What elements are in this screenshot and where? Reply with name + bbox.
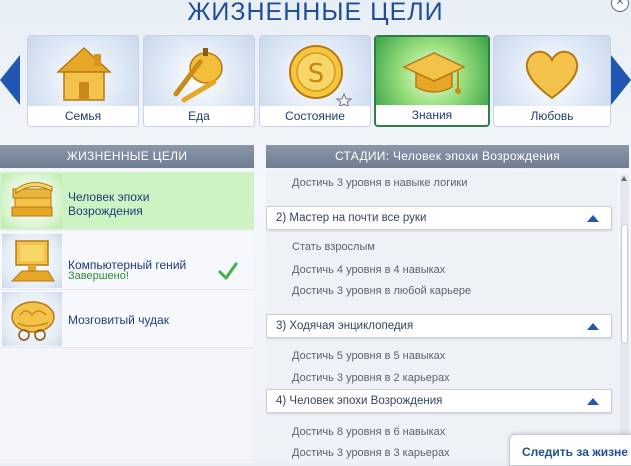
tab-wealth[interactable]: S Состояние [259,35,371,127]
follow-goal-button[interactable]: Следить за жизне [509,434,631,466]
coin-icon: S [289,45,353,109]
stage-title: 2) Мастер на почти все руки [276,212,427,224]
status-text: Завершено! [68,270,129,282]
list-item: Достичь 3 уровня в 2 карьерах [292,372,450,384]
stage-header[interactable]: 3) Ходячая энциклопедия [266,314,612,338]
computer-icon [10,240,55,282]
food-icon [173,48,223,103]
graduation-cap-icon [402,52,466,94]
scrollbar[interactable] [620,174,629,463]
goal-name: Человек эпохи Возрождения [68,190,150,218]
list-item: Достичь 8 уровня в 6 навыках [292,426,446,438]
arrow-left-icon[interactable] [0,55,20,105]
books-icon [11,182,53,217]
tab-label: Еда [144,106,254,126]
tab-knowledge[interactable]: Знания [374,35,490,127]
arrow-right-icon[interactable] [611,55,631,105]
goals-panel-header: ЖИЗНЕННЫЕ ЦЕЛИ [0,145,254,168]
list-item: Достичь 5 уровня в 5 навыках [292,350,446,362]
tab-food[interactable]: Еда [143,35,255,127]
svg-text:S: S [308,59,325,89]
house-icon [56,46,112,101]
collapse-icon [587,398,599,405]
page-title: ЖИЗНЕННЫЕ ЦЕЛИ [187,0,444,26]
collapse-icon [587,215,599,222]
tab-family[interactable]: Семья [27,35,139,127]
list-item: Достичь 4 уровня в 4 навыках [292,264,446,276]
list-item: Стать взрослым [292,241,375,253]
collapse-icon [587,323,599,330]
stages-panel-header: СТАДИИ: Человек эпохи Возрождения [266,145,629,168]
checkmark-icon [218,262,238,280]
list-item: Достичь 3 уровня в 3 карьерах [292,447,450,459]
scroll-up-icon[interactable] [621,176,627,181]
list-item: Достичь 3 уровня в навыке логики [292,177,468,189]
tab-love[interactable]: Любовь [493,35,611,127]
list-item[interactable]: Мозговитый чудак [0,290,254,348]
goals-list: Человек эпохи Возрождения Компьютерный г… [0,172,254,463]
tab-label: Любовь [494,106,610,126]
stage-header[interactable]: 4) Человек эпохи Возрождения [266,389,612,413]
heart-icon [525,50,579,100]
list-item[interactable]: Компьютерный гений Завершено! [0,232,254,290]
scrollbar-thumb[interactable] [621,224,628,344]
tab-label: Знания [376,105,488,125]
stage-title: 3) Ходячая энциклопедия [276,320,414,332]
stage-header[interactable]: 2) Мастер на почти все руки [266,206,612,230]
goal-name: Мозговитый чудак [68,313,169,327]
list-item: Достичь 3 уровня в любой карьере [292,285,472,297]
tab-label: Семья [28,106,138,126]
stage-title: 4) Человек эпохи Возрождения [276,395,443,407]
tab-label: Состояние [260,106,370,126]
stages-list: Достичь 3 уровня в навыке логики 2) Маст… [266,172,618,463]
list-item[interactable]: Человек эпохи Возрождения [0,172,254,230]
brain-icon [11,301,55,341]
